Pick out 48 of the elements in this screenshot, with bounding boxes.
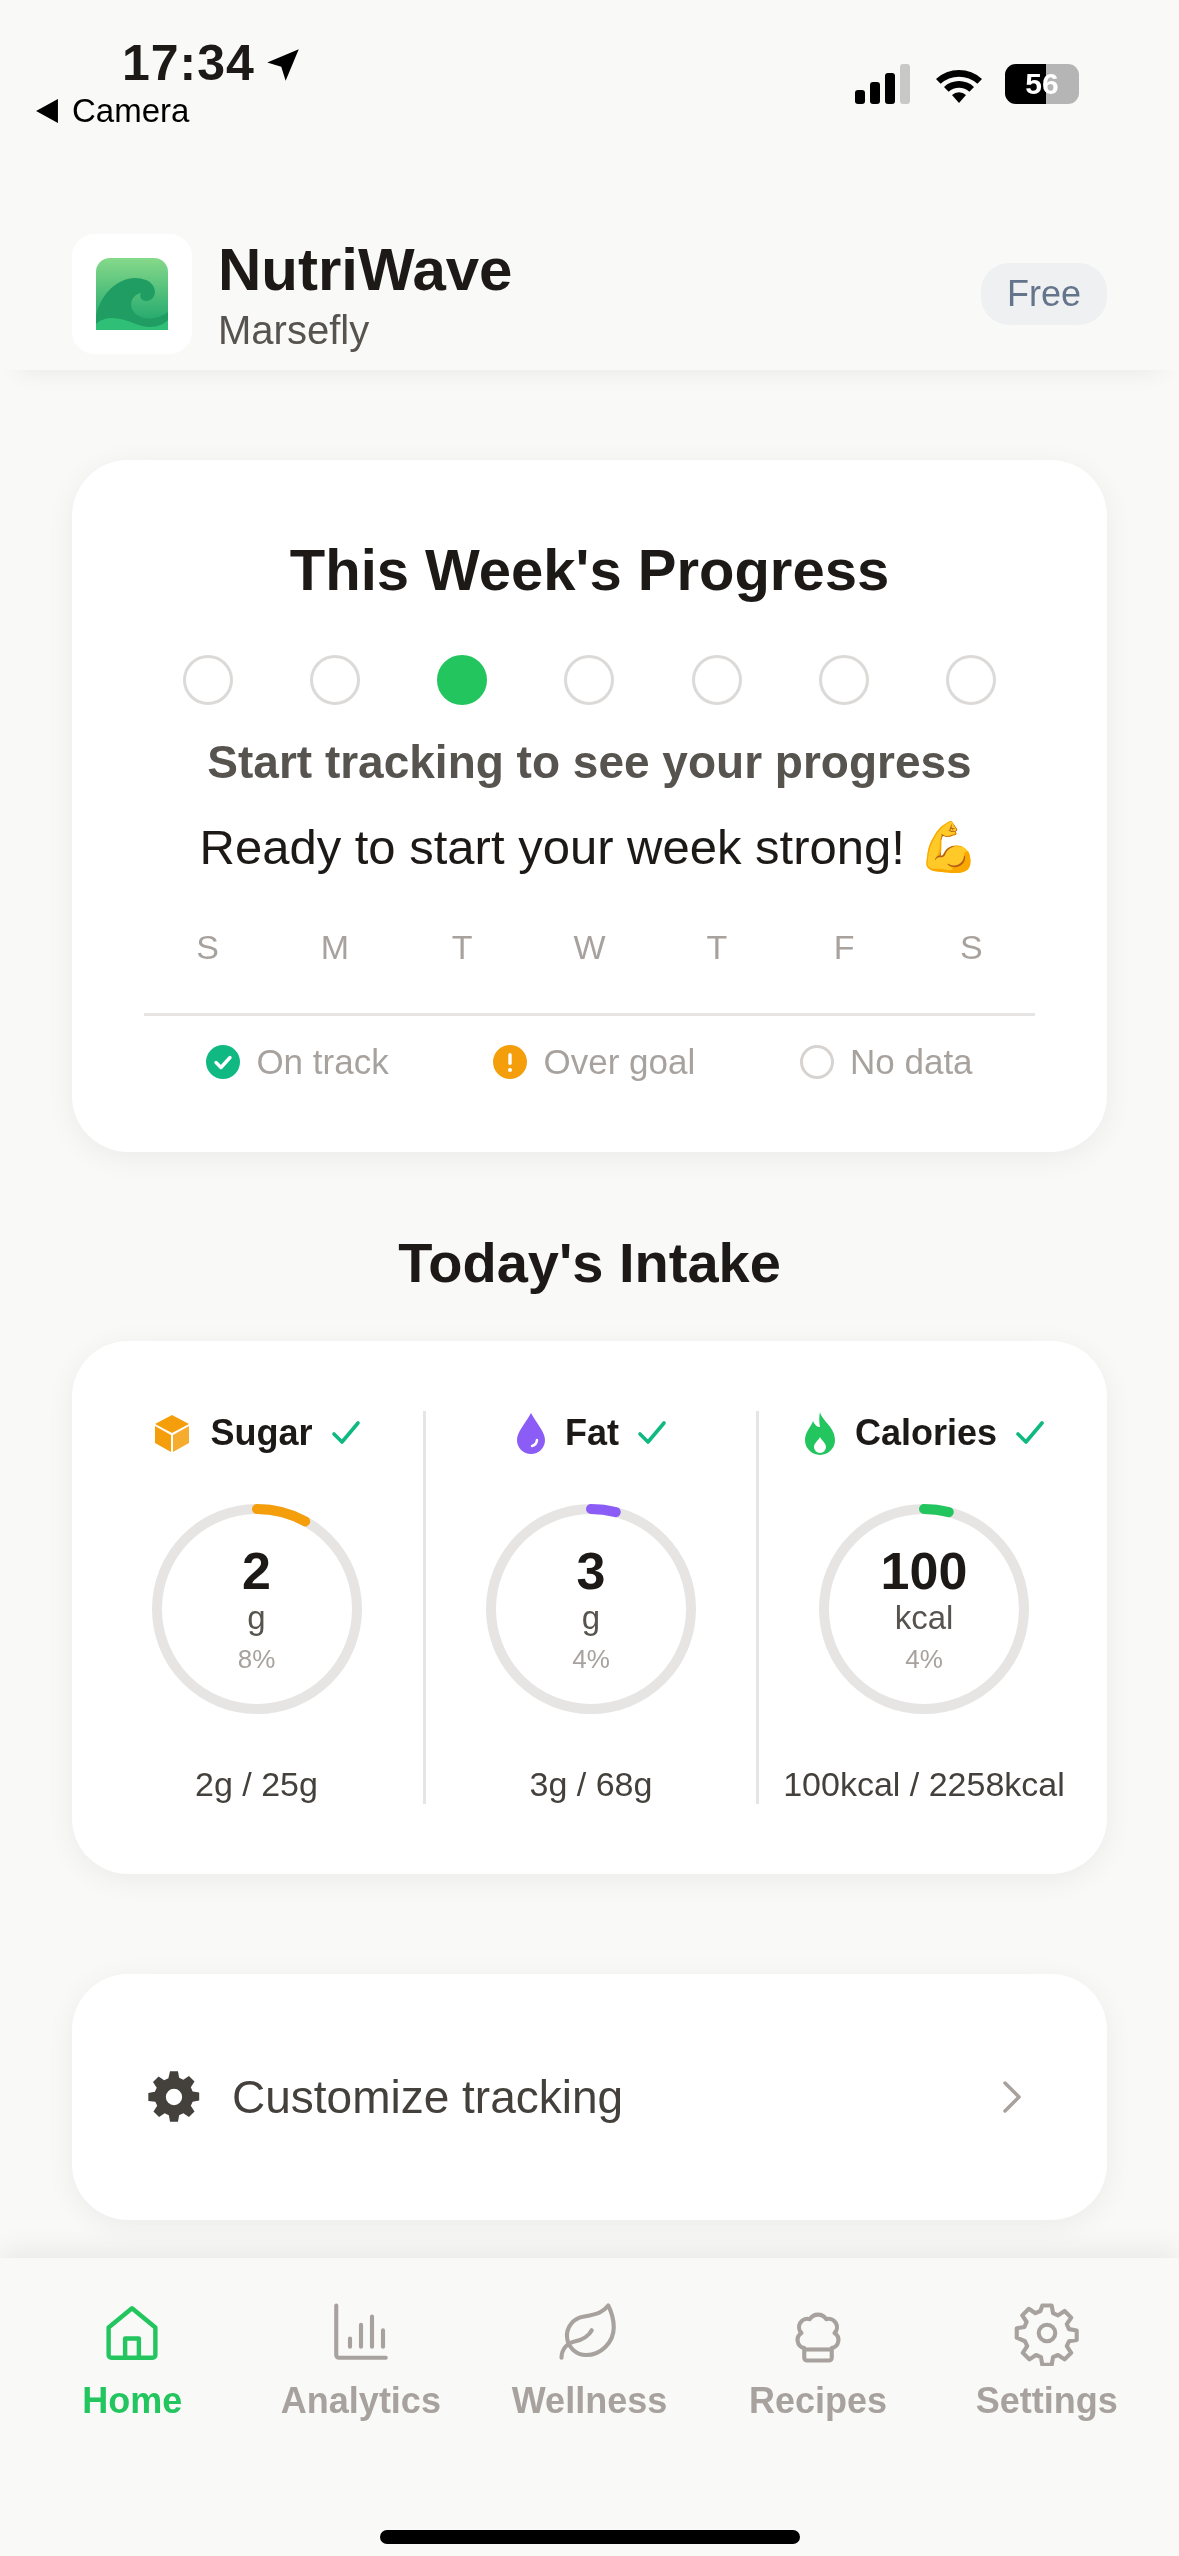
status-time: 17:34 [122, 34, 255, 92]
settings-icon [1013, 2300, 1080, 2366]
nutrient-name: Sugar [210, 1412, 313, 1454]
back-link[interactable]: Camera [36, 92, 190, 130]
card-title: This Week's Progress [288, 536, 891, 603]
day-label: F [833, 928, 855, 967]
tab-item[interactable]: Analytics [246, 2300, 476, 2422]
nutrient-percent: 4% [572, 1644, 610, 1676]
day-label: T [451, 928, 473, 967]
nutrient-total: 2g / 25g [195, 1765, 318, 1804]
tab-item[interactable]: Wellness [475, 2300, 704, 2422]
section-title: Today's Intake [397, 1230, 782, 1295]
tab-item[interactable]: Recipes [703, 2300, 933, 2422]
nutrient-percent: 4% [905, 1644, 943, 1676]
nutrient-value: 3 [576, 1542, 606, 1600]
nutrient-value: 100 [880, 1542, 968, 1600]
plan-badge: Free [980, 263, 1107, 325]
gear-icon [146, 2069, 202, 2125]
nutrient-unit: kcal [894, 1599, 954, 1637]
back-triangle-icon [36, 99, 58, 123]
nutrient-unit: g [247, 1599, 266, 1637]
day-label: S [960, 928, 983, 967]
progress-message: Start tracking to see your progress [206, 735, 973, 789]
day-label: M [320, 928, 350, 967]
day-label: W [573, 928, 606, 967]
customize-tracking-button[interactable]: Customize tracking [72, 1974, 1107, 2220]
nutrient-name: Calories [854, 1412, 998, 1454]
legend-label: Over goal [543, 1042, 696, 1082]
nutrient-name: Fat [565, 1412, 619, 1454]
chevron-right-icon [1001, 2079, 1023, 2115]
day-label: T [706, 928, 728, 967]
empty-circle-icon [800, 1045, 834, 1079]
app-subtitle: Marsefly [218, 308, 371, 353]
app-name: NutriWave [218, 235, 514, 304]
nutrient-percent: 8% [237, 1644, 276, 1676]
legend-label: No data [850, 1042, 973, 1082]
legend-label: On track [256, 1042, 389, 1082]
nutrient-total: 100kcal / 2258kcal [783, 1765, 1065, 1804]
tab-item[interactable]: Settings [932, 2300, 1161, 2422]
motivation-text: Ready to start your week strong! 💪 [198, 819, 981, 876]
nutrient-total: 3g / 68g [529, 1765, 653, 1804]
exclamation-circle-icon [493, 1045, 528, 1079]
nutrient-value: 2 [242, 1542, 271, 1600]
nutrient-unit: g [581, 1599, 601, 1637]
check-circle-icon [206, 1045, 241, 1079]
tab-item[interactable]: Home [18, 2300, 247, 2422]
day-label: S [196, 928, 219, 967]
signal-icon [855, 64, 913, 104]
